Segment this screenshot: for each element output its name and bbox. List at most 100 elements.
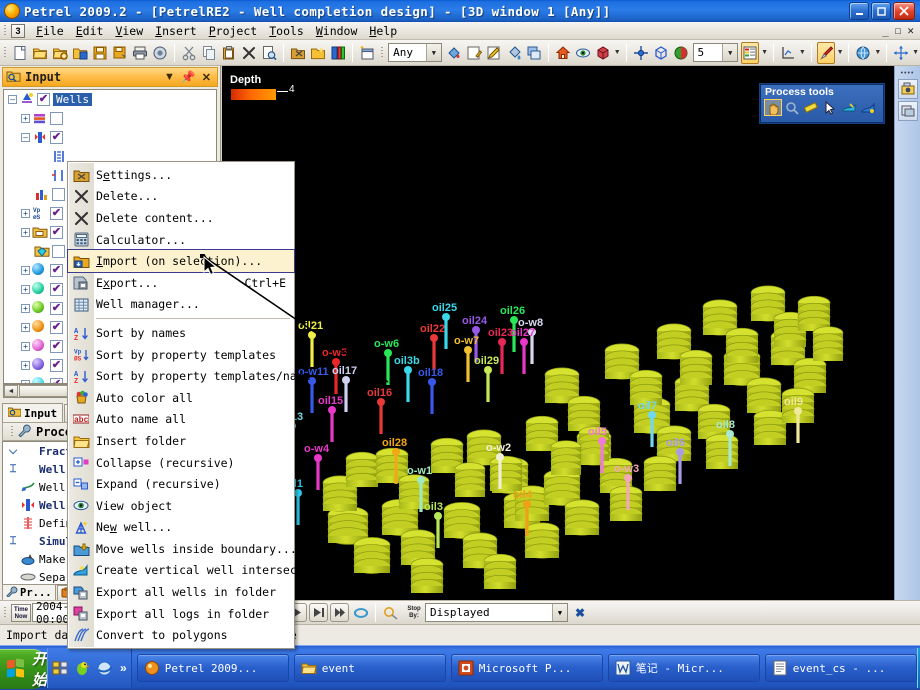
context-menu-item-sort-by-names[interactable]: A Z Sort by names [68,322,294,344]
well-pick-icon[interactable] [859,99,877,116]
open-folder-icon[interactable] [31,42,49,64]
menu-help[interactable]: Help [363,23,403,39]
mdi-restore-button[interactable]: ☐ [895,24,902,37]
chevron-down-icon[interactable]: ▼ [552,604,567,621]
save-as-icon[interactable] [111,42,129,64]
tree-expander[interactable]: + [21,114,30,123]
paint-bucket-icon[interactable] [445,42,463,64]
quick-launch-more-button[interactable]: » [120,661,127,675]
panel-close-icon[interactable]: ✕ [202,71,211,84]
tree-expander[interactable]: + [21,342,30,351]
save-icon[interactable] [91,42,109,64]
close-button[interactable] [893,2,915,20]
delete-x-icon[interactable] [240,42,258,64]
print-icon[interactable] [131,42,149,64]
tree-expander[interactable]: + [21,266,30,275]
color-legend-icon[interactable] [741,41,760,64]
tree-checkbox[interactable]: ✔ [50,359,63,372]
open-folder-blue-icon[interactable] [71,42,89,64]
start-button[interactable]: 开始 [0,648,48,689]
layers-icon[interactable] [525,42,543,64]
mdi-document-icon[interactable]: 3 [11,23,25,38]
tree-expander[interactable]: + [21,323,30,332]
bird-icon[interactable] [74,660,91,677]
menu-window[interactable]: Window [310,23,364,39]
context-menu-item-insert-folder[interactable]: Insert folder [68,430,294,452]
taskbar-item-word[interactable]: 笔记 - Micr... [607,654,760,682]
globe-icon[interactable] [854,42,872,64]
new-document-icon[interactable] [11,42,29,64]
bottom-tab-processes[interactable]: Pr... [2,584,56,601]
show-desktop-icon[interactable] [52,660,69,677]
new-window-icon[interactable] [358,42,376,64]
tree-expander[interactable]: + [21,228,30,237]
context-menu-item-create-vertical-well-intersection[interactable]: Create vertical well intersection [68,560,324,582]
toolbar-grip-1[interactable] [2,46,8,60]
skip-to-end-icon[interactable] [330,603,349,622]
taskbar-item-powerpoint[interactable]: Microsoft P... [450,654,603,682]
globe-dropdown-icon[interactable]: ▼ [873,43,882,63]
context-menu-item-auto-name-all[interactable]: abc Auto name all [68,409,294,431]
context-menu-item-export-all-logs-in-folder[interactable]: Export all logs in folder [68,603,294,625]
context-menu-item-sort-by-property-templates[interactable]: Vp ØS Sort by property templates [68,344,294,366]
step-forward-frame-icon[interactable] [309,603,328,622]
chevron-down-icon[interactable]: ⌵ [6,445,20,458]
context-menu-item-calculator[interactable]: Calculator... [68,229,294,251]
print-preview-icon[interactable] [151,42,169,64]
pin-icon[interactable]: 📌 [181,70,196,84]
3d-viewport[interactable]: Depth 4 oil2oil1oil28o-w1oil3o-w2oil4oil… [222,66,894,600]
maximize-button[interactable] [871,2,891,20]
menu-file[interactable]: FFileile [30,23,70,39]
menu-tools[interactable]: Tools [263,23,310,39]
arrow-select-icon[interactable] [821,99,839,116]
tree-row[interactable]: + [4,109,216,128]
transparent-cube-icon[interactable] [652,42,670,64]
settings-icon[interactable] [289,42,307,64]
tree-expander[interactable]: + [21,285,30,294]
taskbar-item-notepad[interactable]: event_cs - ... [764,654,917,682]
open-folder-add-icon[interactable] [51,42,69,64]
axis-dropdown-icon[interactable]: ▼ [798,43,807,63]
mdi-minimize-button[interactable]: _ [882,24,889,37]
tree-checkbox[interactable]: ✔ [50,340,63,353]
view-eye-icon[interactable] [574,42,592,64]
tree-row[interactable]: – ✔ [4,128,216,147]
tree-checkbox[interactable] [50,112,63,125]
chevron-down-icon[interactable]: ▼ [425,44,441,61]
bucket-fill-icon[interactable] [505,42,523,64]
tree-checkbox[interactable]: ✔ [50,131,63,144]
brush-red-icon[interactable] [816,41,835,64]
menu-project[interactable]: Project [203,23,263,39]
new-folder-icon[interactable] [309,42,327,64]
tree-checkbox[interactable]: ✔ [50,283,63,296]
cut-icon[interactable] [180,42,198,64]
brush-dropdown-icon[interactable]: ▼ [836,43,845,63]
toolbar-grip-2[interactable] [379,46,385,60]
taskbar-item-petrel[interactable]: Petrel 2009... [136,654,289,682]
context-menu-item-collapse-recursive[interactable]: Collapse (recursive) [68,452,294,474]
chevron-down-icon[interactable]: ▼ [722,44,738,61]
context-menu-item-delete-content[interactable]: Delete content... [68,207,294,229]
move-axis-icon[interactable] [892,42,910,64]
tree-expander[interactable]: – [21,133,30,142]
copy-view-icon[interactable] [897,101,918,121]
tree-expander[interactable]: – [8,95,17,104]
color-legend-dropdown-icon[interactable]: ▼ [760,43,769,63]
panel-tab-input[interactable]: Input [2,403,64,422]
context-menu-item-well-manager[interactable]: Well manager... [68,294,294,316]
context-menu-item-convert-to-polygons[interactable]: Convert to polygons [68,624,294,646]
menu-insert[interactable]: Insert [149,23,203,39]
context-menu-item-import-on-selection[interactable]: Import (on selection)... [67,249,295,273]
move-axis-dropdown-icon[interactable]: ▼ [911,43,920,63]
number-combo[interactable]: 5 ▼ [692,43,739,62]
tree-checkbox[interactable]: ✔ [50,321,63,334]
tree-checkbox[interactable]: ✔ [50,226,63,239]
paste-icon[interactable] [220,42,238,64]
taskbar-item-event[interactable]: event [293,654,446,682]
box-3d-icon[interactable] [594,42,612,64]
tree-checkbox[interactable] [52,245,65,258]
tree-checkbox[interactable]: ✔ [37,93,50,106]
minimize-button[interactable] [849,2,869,20]
side-toolbar-grip[interactable]: •••• [900,70,916,77]
tree-expander[interactable]: + [21,209,30,218]
